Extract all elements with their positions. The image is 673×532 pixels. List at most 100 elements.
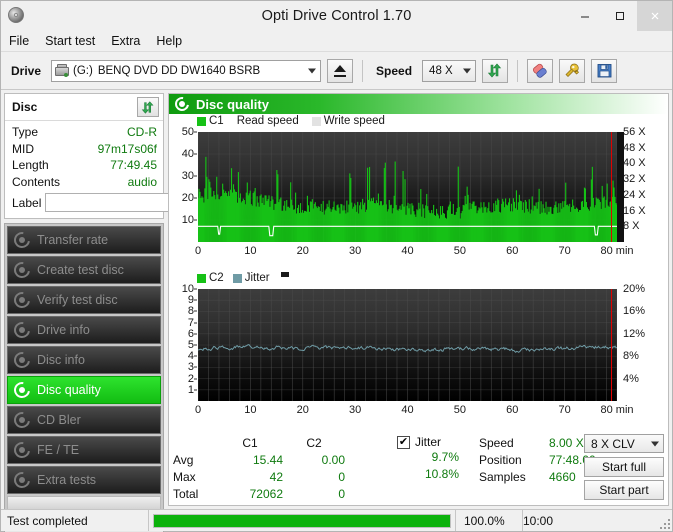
eject-icon [334,65,346,72]
disc-quality-icon [175,97,189,111]
progress-percent: 100.0% [455,510,522,531]
gauge-icon [14,442,30,458]
legend-swatch-extra [281,272,289,277]
eject-button[interactable] [327,59,353,83]
c1-xtick: 0 [195,245,201,257]
tools-button[interactable] [559,59,585,83]
c2-xtick: 10 [244,404,256,416]
minimize-button[interactable] [567,1,602,31]
sidebar-item-disc-quality[interactable]: Disc quality [7,376,161,404]
c2-plot-area[interactable]: 10 9 8 7 6 5 4 3 2 1 [198,289,617,401]
c2-cursor [611,289,612,401]
speed-select[interactable]: 48 X [422,60,476,82]
refresh-button[interactable] [482,59,508,83]
sidebar-item-label: Drive info [37,323,90,337]
disc-row-type-value: CD-R [127,125,157,141]
c1-xtick: 40 [401,245,413,257]
c1-series [198,132,617,242]
disc-label-key: Label [12,196,41,210]
c1-ytick: 30 [182,170,194,182]
sidebar-item-fe-te[interactable]: FE / TE [7,436,161,464]
sidebar-item-transfer-rate[interactable]: Transfer rate [7,226,161,254]
disc-row-contents-key: Contents [12,175,60,191]
sidebar-item-extra-tests[interactable]: Extra tests [7,466,161,494]
drive-select[interactable]: (G:)BENQ DVD DD DW1640 BSRB [51,60,321,82]
disc-icon [6,5,28,27]
jitter-toggle[interactable]: ✔ Jitter [397,435,459,449]
refresh-icon [141,100,156,115]
gauge-icon [14,412,30,428]
stats-panel: C1 C2 Avg 15.44 0.00 Max 42 0 Total [169,433,668,505]
sidebar-item-drive-info[interactable]: Drive info [7,316,161,344]
c1-xtick: 20 [297,245,309,257]
resize-grip[interactable] [658,510,672,531]
maximize-button[interactable] [602,1,637,31]
write-mode-select[interactable]: 8 X CLV [584,434,664,453]
start-part-button[interactable]: Start part [584,480,664,500]
table-row: Avg 15.44 0.00 [173,452,345,469]
close-button[interactable] [637,1,672,31]
total-c1-value: 72062 [217,486,283,503]
elapsed-time: 10:00 [522,510,658,531]
disc-row-type-key: Type [12,125,38,141]
menu-item-extra[interactable]: Extra [111,34,140,48]
error-stats-table: C1 C2 Avg 15.44 0.00 Max 42 0 Total [173,435,345,503]
c1-xtick: 50 [454,245,466,257]
chevron-down-icon [463,68,471,73]
sidebar-item-label: FE / TE [37,443,79,457]
gauge-icon [14,472,30,488]
disc-label-row: Label [12,192,157,213]
menu-bar: File Start test Extra Help [1,31,672,52]
disc-row-type: Type CD-R [12,125,157,141]
max-c2-value: 0 [283,469,345,486]
c1-ytick: 20 [182,192,194,204]
c1-legend: C1 Read speed Write speed [197,115,385,127]
menu-item-help[interactable]: Help [156,34,182,48]
disc-row-contents-value: audio [128,175,157,191]
c1-xtick: 30 [349,245,361,257]
column-header-c1: C1 [217,435,283,452]
progress-bar [148,510,455,531]
disc-panel-title: Disc [12,100,37,114]
sidebar-item-disc-info[interactable]: Disc info [7,346,161,374]
disc-row-mid-key: MID [12,142,34,158]
jitter-avg-value: 9.7% [397,449,459,466]
sidebar-item-cd-bler[interactable]: CD Bler [7,406,161,434]
disc-row-mid-value: 97m17s06f [98,142,157,158]
position-label: Position [479,452,541,469]
c2-jitter-chart: C2 Jitter 10 9 8 7 6 5 [169,272,668,432]
main-panel-title: Disc quality [196,97,269,112]
c2-y2tick: 16% [623,305,645,317]
c1-plot-area[interactable]: 50 40 30 20 10 56 X 48 X 40 X 32 X [198,132,617,242]
start-full-button[interactable]: Start full [584,457,664,477]
sidebar-item-create-test-disc[interactable]: Create test disc [7,256,161,284]
row-label-total: Total [173,486,217,503]
jitter-checkbox[interactable]: ✔ [397,436,410,449]
drive-icon [55,64,70,78]
gauge-icon [14,382,30,398]
c1-y2tick: 40 X [623,157,646,169]
save-button[interactable] [591,59,617,83]
c1-xtick: 60 [506,245,518,257]
disc-row-length-key: Length [12,158,49,174]
c1-chart: C1 Read speed Write speed 50 40 30 [169,114,668,260]
sidebar-item-verify-test-disc[interactable]: Verify test disc [7,286,161,314]
chevron-down-icon [308,68,316,73]
max-c1-value: 42 [217,469,283,486]
main-panel: Disc quality C1 Read speed Write speed [168,93,669,506]
erase-button[interactable] [527,59,553,83]
sidebar-item-label: Verify test disc [37,293,118,307]
refresh-icon [487,62,504,79]
disc-refresh-button[interactable] [137,97,159,117]
sidebar-item-label: Extra tests [37,473,96,487]
eraser-icon [531,62,549,80]
c2-y2tick: 8% [623,350,639,362]
disc-row-mid: MID 97m17s06f [12,142,157,158]
avg-c2-value: 0.00 [283,452,345,469]
c1-ytick: 10 [182,214,194,226]
menu-item-file[interactable]: File [9,34,29,48]
menu-item-start-test[interactable]: Start test [45,34,95,48]
c1-ytick: 50 [182,126,194,138]
c1-y2tick: 16 X [623,205,646,217]
progress-fill [154,515,450,527]
